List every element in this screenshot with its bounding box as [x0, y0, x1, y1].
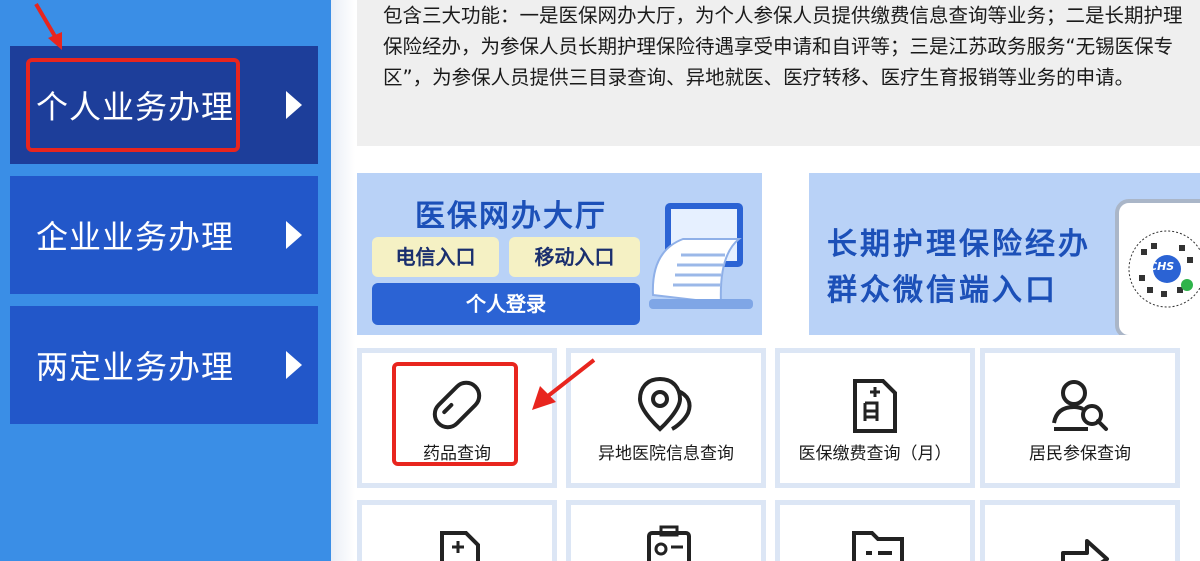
- chevron-right-icon: [286, 221, 302, 249]
- highlight-box: [392, 362, 518, 466]
- location-pin-icon: [637, 376, 692, 432]
- user-search-icon: [1052, 380, 1108, 431]
- annotation-arrow-icon: [532, 358, 596, 410]
- nav-item-label: 两定业务办理: [36, 348, 235, 386]
- nav-item-enterprise[interactable]: 企业业务办理: [10, 176, 318, 294]
- calendar-month-icon: [853, 379, 897, 433]
- document-computer-icon: [649, 203, 753, 309]
- document-plus-icon: [440, 531, 480, 561]
- folder-list-icon: [852, 531, 904, 561]
- banner-line1: 长期护理保险经办: [827, 227, 1091, 262]
- chevron-right-icon: [286, 351, 302, 379]
- tile-label: 居民参保查询: [1029, 444, 1131, 464]
- qr-badge-text: CHS: [1149, 260, 1175, 273]
- sidebar-edge: [331, 0, 355, 561]
- intro-panel: 包含三大功能：一是医保网办大厅，为个人参保人员提供缴费信息查询等业务；二是长期护…: [357, 0, 1200, 146]
- id-card-icon: [647, 525, 691, 561]
- banner-online-hall[interactable]: 医保网办大厅 电信入口 移动入口 个人登录: [357, 173, 762, 335]
- tile-label: 异地医院信息查询: [598, 444, 734, 464]
- tile-resident-insurance[interactable]: 居民参保查询: [980, 348, 1180, 488]
- annotation-arrow-icon: [34, 2, 62, 50]
- personal-login-button[interactable]: 个人登录: [372, 283, 640, 325]
- mobile-entry-button[interactable]: 移动入口: [509, 237, 640, 277]
- intro-text: 包含三大功能：一是医保网办大厅，为个人参保人员提供缴费信息查询等业务；二是长期护…: [383, 4, 1183, 89]
- tile-row2-1[interactable]: [357, 500, 557, 561]
- sidebar: 个人业务办理 企业业务办理 两定业务办理: [0, 0, 331, 561]
- banner-line2: 群众微信端入口: [827, 273, 1058, 308]
- nav-item-label: 企业业务办理: [36, 218, 235, 256]
- transfer-arrow-icon: [1061, 539, 1109, 561]
- banner-long-term-care[interactable]: 长期护理保险经办 群众微信端入口 CHS: [809, 173, 1200, 335]
- tile-label: 医保缴费查询（月）: [798, 444, 952, 464]
- phone-qr-graphic: CHS: [1115, 199, 1200, 335]
- telecom-entry-button[interactable]: 电信入口: [372, 237, 499, 277]
- tile-row2-4[interactable]: [980, 500, 1180, 561]
- banner-title: 医保网办大厅: [415, 199, 607, 234]
- nav-item-designated[interactable]: 两定业务办理: [10, 306, 318, 424]
- highlight-box: [26, 58, 240, 152]
- tile-row2-2[interactable]: [566, 500, 766, 561]
- tile-payment-query[interactable]: 医保缴费查询（月）: [775, 348, 975, 488]
- tile-row2-3[interactable]: [775, 500, 975, 561]
- chevron-right-icon: [286, 91, 302, 119]
